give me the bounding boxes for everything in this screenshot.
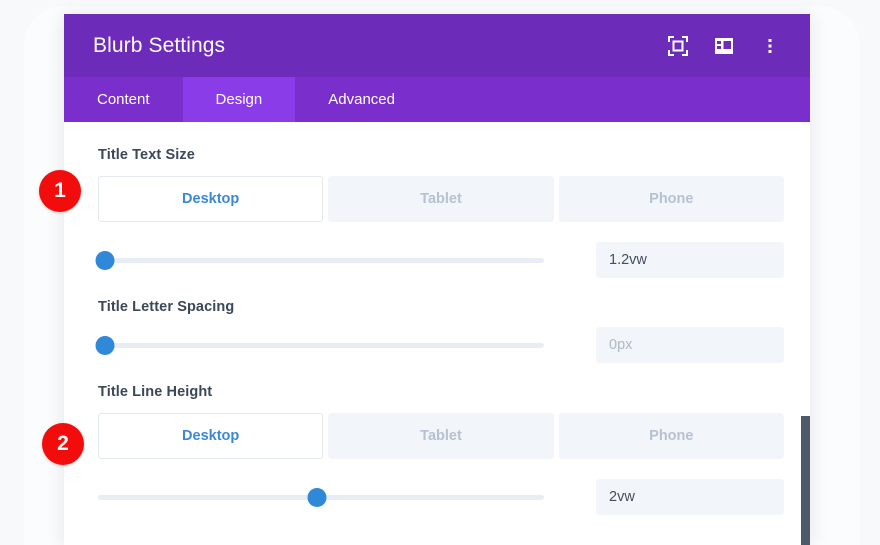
layout-panel-icon[interactable] (712, 34, 736, 58)
annotation-marker-2: 2 (42, 423, 84, 465)
panel-title: Blurb Settings (93, 34, 666, 58)
tab-content[interactable]: Content (64, 77, 183, 122)
panel-body: Title Text Size Desktop Tablet Phone 1.2… (64, 122, 810, 545)
slider-row: 0px (98, 327, 784, 363)
tab-advanced[interactable]: Advanced (295, 77, 428, 122)
field-title-line-height: Title Line Height Desktop Tablet Phone 2… (98, 363, 784, 515)
device-toggle-group: Desktop Tablet Phone (98, 176, 784, 222)
range-slider[interactable] (98, 334, 544, 356)
value-input[interactable]: 2vw (596, 479, 784, 515)
more-vertical-icon[interactable] (758, 34, 782, 58)
field-label: Title Text Size (98, 147, 784, 163)
device-button-tablet[interactable]: Tablet (328, 413, 553, 459)
slider-thumb[interactable] (95, 336, 114, 355)
device-button-desktop[interactable]: Desktop (98, 413, 323, 459)
focus-target-icon[interactable] (666, 34, 690, 58)
device-button-desktop[interactable]: Desktop (98, 176, 323, 222)
slider-row: 2vw (98, 479, 784, 515)
range-slider[interactable] (98, 486, 544, 508)
slider-thumb[interactable] (95, 251, 114, 270)
value-input[interactable]: 0px (596, 327, 784, 363)
slider-track (98, 343, 544, 348)
panel-tab-bar: Content Design Advanced (64, 77, 810, 122)
field-label: Title Line Height (98, 384, 784, 400)
panel-scrollbar[interactable] (801, 122, 810, 545)
field-title-text-size: Title Text Size Desktop Tablet Phone 1.2… (98, 122, 784, 278)
scrollbar-thumb[interactable] (801, 416, 810, 545)
device-button-phone[interactable]: Phone (559, 413, 784, 459)
value-input[interactable]: 1.2vw (596, 242, 784, 278)
blurb-settings-panel: Blurb Settings (64, 14, 810, 545)
device-toggle-group: Desktop Tablet Phone (98, 413, 784, 459)
range-slider[interactable] (98, 249, 544, 271)
field-label: Title Letter Spacing (98, 299, 784, 315)
slider-track (98, 258, 544, 263)
tab-design[interactable]: Design (183, 77, 296, 122)
header-actions (666, 34, 782, 58)
slider-thumb[interactable] (307, 488, 326, 507)
slider-row: 1.2vw (98, 242, 784, 278)
panel-header: Blurb Settings (64, 14, 810, 77)
device-button-phone[interactable]: Phone (559, 176, 784, 222)
field-title-letter-spacing: Title Letter Spacing 0px (98, 278, 784, 363)
device-button-tablet[interactable]: Tablet (328, 176, 553, 222)
annotation-marker-1: 1 (39, 170, 81, 212)
